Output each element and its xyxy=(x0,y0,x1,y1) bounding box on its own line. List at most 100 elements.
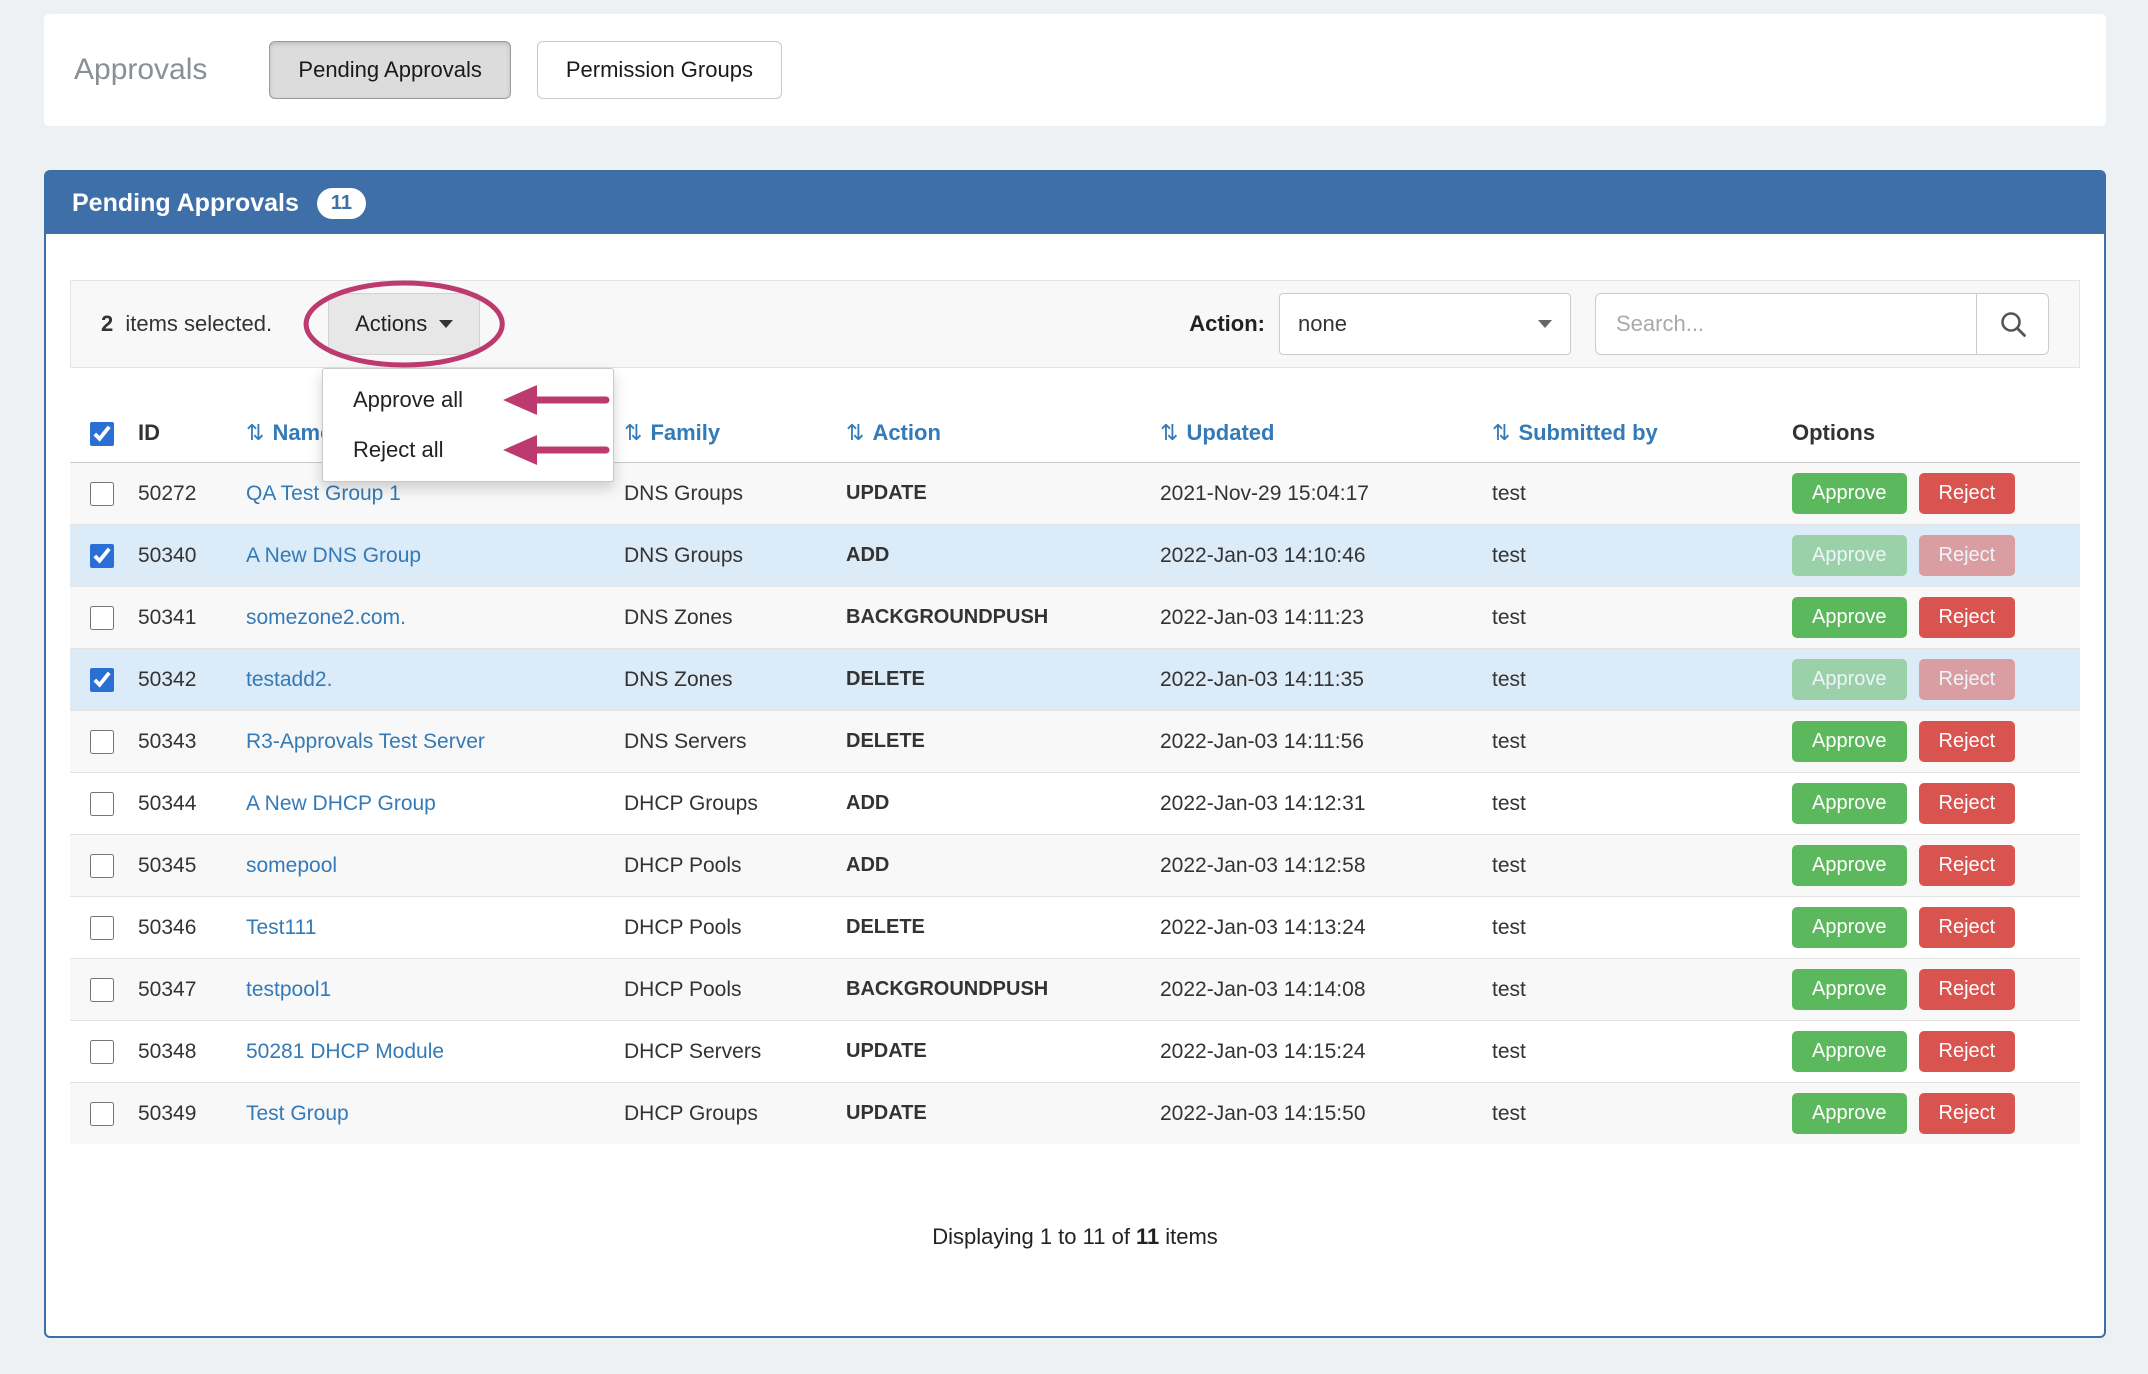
cell-id: 50345 xyxy=(130,835,238,897)
sort-icon: ⇅ xyxy=(846,421,864,446)
cell-action: DELETE xyxy=(838,711,1152,773)
caret-down-icon xyxy=(439,320,453,328)
pagination-total: 11 xyxy=(1136,1224,1159,1249)
row-name-link[interactable]: somepool xyxy=(246,854,337,877)
reject-button[interactable]: Reject xyxy=(1919,1031,2016,1072)
reject-button[interactable]: Reject xyxy=(1919,907,2016,948)
cell-family: DNS Groups xyxy=(616,525,838,587)
pagination-prefix: Displaying 1 to 11 of xyxy=(932,1224,1130,1249)
approve-button[interactable]: Approve xyxy=(1792,1031,1907,1072)
row-checkbox[interactable] xyxy=(90,1040,114,1064)
row-checkbox[interactable] xyxy=(90,482,114,506)
approve-button[interactable]: Approve xyxy=(1792,845,1907,886)
cell-action: BACKGROUNDPUSH xyxy=(838,959,1152,1021)
search-button[interactable] xyxy=(1977,293,2049,355)
row-checkbox[interactable] xyxy=(90,544,114,568)
panel-body: 2 items selected. Actions Action: none xyxy=(46,234,2104,1274)
row-checkbox[interactable] xyxy=(90,730,114,754)
table-row: 50342testadd2.DNS ZonesDELETE2022-Jan-03… xyxy=(70,649,2080,711)
table-row: 50347testpool1DHCP PoolsBACKGROUNDPUSH20… xyxy=(70,959,2080,1021)
page-title: Approvals xyxy=(74,53,207,87)
column-header-updated[interactable]: ⇅Updated xyxy=(1152,404,1484,463)
approve-button[interactable]: Approve xyxy=(1792,907,1907,948)
row-select-cell xyxy=(70,587,130,649)
cell-family: DHCP Servers xyxy=(616,1021,838,1083)
column-header-family[interactable]: ⇅Family xyxy=(616,404,838,463)
row-checkbox[interactable] xyxy=(90,854,114,878)
reject-button[interactable]: Reject xyxy=(1919,473,2016,514)
approvals-table: ID⇅Name⇅Family⇅Action⇅Updated⇅Submitted … xyxy=(70,404,2080,1144)
approve-button[interactable]: Approve xyxy=(1792,659,1907,700)
row-checkbox[interactable] xyxy=(90,1102,114,1126)
approve-button[interactable]: Approve xyxy=(1792,1093,1907,1134)
column-label: ID xyxy=(138,420,160,445)
approve-button[interactable]: Approve xyxy=(1792,597,1907,638)
row-name-link[interactable]: R3-Approvals Test Server xyxy=(246,730,485,753)
table-row: 50345somepoolDHCP PoolsADD2022-Jan-03 14… xyxy=(70,835,2080,897)
menu-item-approve-all[interactable]: Approve all xyxy=(323,375,613,425)
cell-action: DELETE xyxy=(838,649,1152,711)
row-name-link[interactable]: A New DHCP Group xyxy=(246,792,436,815)
select-all-checkbox[interactable] xyxy=(90,422,114,446)
cell-updated: 2021-Nov-29 15:04:17 xyxy=(1152,463,1484,525)
reject-button[interactable]: Reject xyxy=(1919,721,2016,762)
row-name-link[interactable]: testpool1 xyxy=(246,978,331,1001)
sort-icon: ⇅ xyxy=(1160,421,1178,446)
cell-options: Approve Reject xyxy=(1784,835,2080,897)
cell-submitted-by: test xyxy=(1484,773,1784,835)
cell-updated: 2022-Jan-03 14:11:23 xyxy=(1152,587,1484,649)
cell-updated: 2022-Jan-03 14:10:46 xyxy=(1152,525,1484,587)
cell-options: Approve Reject xyxy=(1784,463,2080,525)
cell-name: A New DNS Group xyxy=(238,525,616,587)
row-name-link[interactable]: QA Test Group 1 xyxy=(246,482,401,505)
reject-button[interactable]: Reject xyxy=(1919,659,2016,700)
row-name-link[interactable]: somezone2.com. xyxy=(246,606,406,629)
reject-button[interactable]: Reject xyxy=(1919,969,2016,1010)
reject-button[interactable]: Reject xyxy=(1919,535,2016,576)
search-input[interactable] xyxy=(1595,293,1977,355)
selected-suffix: items selected. xyxy=(119,311,272,336)
approve-button[interactable]: Approve xyxy=(1792,721,1907,762)
cell-action: ADD xyxy=(838,773,1152,835)
row-checkbox[interactable] xyxy=(90,606,114,630)
row-name-link[interactable]: Test111 xyxy=(246,916,316,939)
row-checkbox[interactable] xyxy=(90,668,114,692)
reject-button[interactable]: Reject xyxy=(1919,845,2016,886)
approve-button[interactable]: Approve xyxy=(1792,783,1907,824)
row-checkbox[interactable] xyxy=(90,792,114,816)
cell-family: DNS Servers xyxy=(616,711,838,773)
cell-options: Approve Reject xyxy=(1784,711,2080,773)
action-filter-select[interactable]: none xyxy=(1279,293,1571,355)
cell-options: Approve Reject xyxy=(1784,1021,2080,1083)
reject-button[interactable]: Reject xyxy=(1919,1093,2016,1134)
cell-action: UPDATE xyxy=(838,1021,1152,1083)
row-name-link[interactable]: Test Group xyxy=(246,1102,349,1125)
cell-name: R3-Approvals Test Server xyxy=(238,711,616,773)
tab-pending-approvals[interactable]: Pending Approvals xyxy=(269,41,510,99)
reject-button[interactable]: Reject xyxy=(1919,783,2016,824)
action-filter-label: Action: xyxy=(1189,311,1265,337)
row-select-cell xyxy=(70,897,130,959)
cell-family: DHCP Groups xyxy=(616,1083,838,1145)
row-checkbox[interactable] xyxy=(90,916,114,940)
menu-item-reject-all[interactable]: Reject all xyxy=(323,425,613,475)
approve-button[interactable]: Approve xyxy=(1792,473,1907,514)
sort-icon: ⇅ xyxy=(624,421,642,446)
column-header-action[interactable]: ⇅Action xyxy=(838,404,1152,463)
tab-permission-groups[interactable]: Permission Groups xyxy=(537,41,782,99)
cell-family: DHCP Pools xyxy=(616,897,838,959)
reject-button[interactable]: Reject xyxy=(1919,597,2016,638)
row-name-link[interactable]: testadd2. xyxy=(246,668,332,691)
cell-submitted-by: test xyxy=(1484,649,1784,711)
column-header-submitted-by[interactable]: ⇅Submitted by xyxy=(1484,404,1784,463)
row-name-link[interactable]: 50281 DHCP Module xyxy=(246,1040,444,1063)
cell-family: DNS Groups xyxy=(616,463,838,525)
row-name-link[interactable]: A New DNS Group xyxy=(246,544,421,567)
actions-dropdown-button[interactable]: Actions xyxy=(328,293,480,355)
cell-id: 50342 xyxy=(130,649,238,711)
row-select-cell xyxy=(70,835,130,897)
cell-name: somezone2.com. xyxy=(238,587,616,649)
approve-button[interactable]: Approve xyxy=(1792,535,1907,576)
row-checkbox[interactable] xyxy=(90,978,114,1002)
approve-button[interactable]: Approve xyxy=(1792,969,1907,1010)
